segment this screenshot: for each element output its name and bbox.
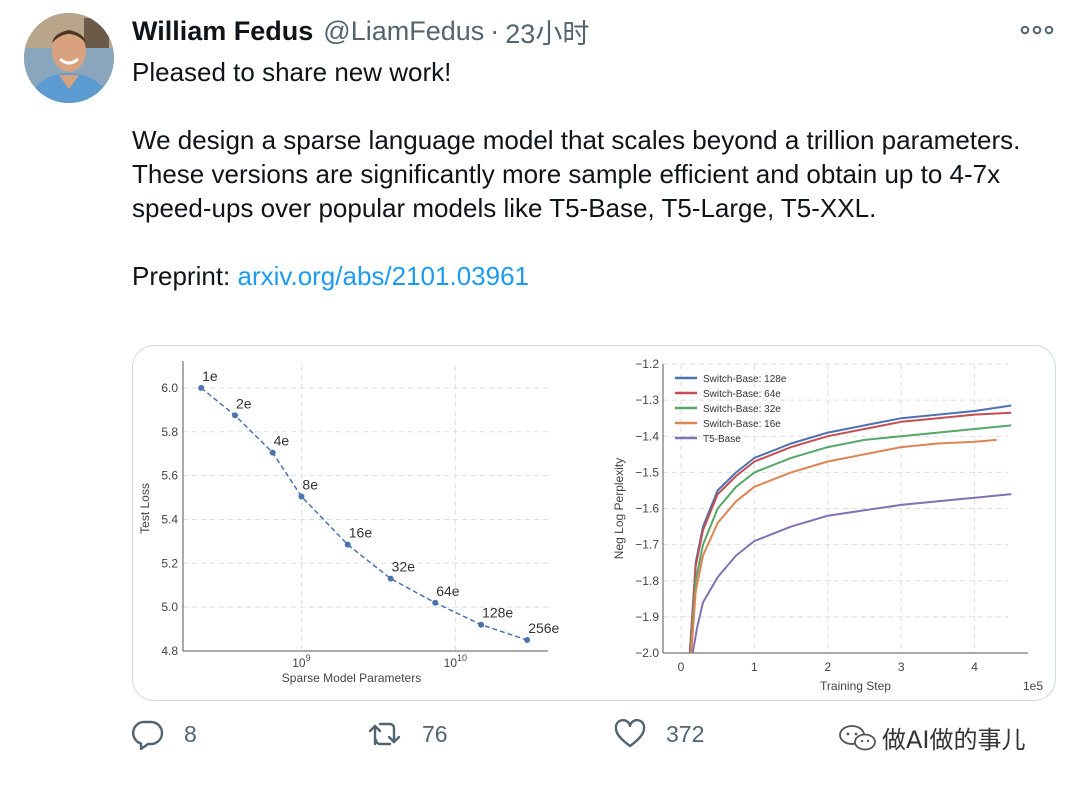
tweet-paragraph-1: Pleased to share new work!	[132, 57, 452, 87]
data-point	[344, 541, 351, 548]
avatar-image	[24, 13, 114, 103]
avatar[interactable]	[24, 13, 114, 103]
point-label: 32e	[392, 559, 416, 575]
data-point	[387, 575, 394, 582]
y-axis-label: Neg Log Perplexity	[612, 458, 626, 559]
x-tick-label: 2	[824, 660, 831, 674]
y-tick-label: 5.2	[161, 556, 178, 570]
y-axis-label: Test Loss	[138, 483, 152, 534]
reply-count: 8	[184, 720, 197, 747]
x-tick-label: 1	[751, 660, 758, 674]
data-point	[524, 637, 531, 644]
data-point	[298, 493, 305, 500]
preprint-link[interactable]: arxiv.org/abs/2101.03961	[238, 261, 530, 291]
x-tick-label: 109	[292, 653, 310, 670]
watermark-text: 做AI做的事儿	[882, 726, 1026, 754]
legend-label: Switch-Base: 32e	[703, 404, 781, 415]
legend-label: Switch-Base: 16e	[703, 419, 781, 430]
data-point	[231, 412, 238, 419]
y-tick-label: 6.0	[161, 381, 178, 395]
y-tick-label: −1.4	[635, 429, 659, 443]
legend-label: Switch-Base: 64e	[703, 389, 781, 400]
point-label: 16e	[349, 525, 373, 541]
y-tick-label: −1.2	[635, 357, 659, 371]
x-axis-label: Training Step	[820, 679, 891, 693]
point-label: 1e	[202, 368, 218, 384]
watermark-logo-icon	[839, 724, 876, 750]
y-tick-label: 5.4	[161, 512, 178, 526]
y-tick-label: −1.3	[635, 393, 659, 407]
x-tick-label: 0	[678, 660, 685, 674]
tweet-media[interactable]: 6.0 5.8 5.6 5.4 5.2 5.0 4.8 109 1010 1e 2e 4e 8e 16e 3…	[132, 345, 1056, 701]
retweet-count: 76	[422, 720, 448, 747]
retweet-button[interactable]: 76	[368, 718, 448, 750]
author-name[interactable]: William Fedus	[132, 16, 313, 47]
y-tick-label: 5.0	[161, 600, 178, 614]
point-label: 8e	[302, 476, 318, 492]
watermark: 做AI做的事儿	[838, 720, 1026, 755]
data-point	[478, 621, 485, 628]
x-tick-label: 4	[971, 660, 978, 674]
tweet-time[interactable]: 23小时	[505, 12, 589, 51]
reply-icon	[132, 720, 164, 750]
chart-test-loss: 6.0 5.8 5.6 5.4 5.2 5.0 4.8 109 1010 1e 2e 4e 8e 16e 3…	[138, 361, 560, 685]
more-icon[interactable]	[1020, 20, 1054, 40]
like-button[interactable]: 372	[614, 718, 704, 750]
retweet-icon	[368, 722, 401, 746]
y-tick-label: −1.9	[635, 610, 659, 624]
y-tick-label: 4.8	[161, 644, 178, 658]
point-label: 256e	[528, 620, 559, 636]
x-tick-label: 3	[898, 660, 905, 674]
x-tick-label: 1010	[444, 653, 467, 670]
point-label: 4e	[274, 433, 290, 449]
x-axis-label: Sparse Model Parameters	[282, 671, 421, 685]
y-tick-label: −1.8	[635, 574, 659, 588]
y-tick-label: −1.7	[635, 538, 659, 552]
like-icon	[614, 718, 646, 748]
separator-dot: ·	[490, 15, 500, 46]
series-line	[200, 387, 528, 641]
reply-button[interactable]: 8	[132, 718, 197, 750]
y-tick-label: −2.0	[635, 646, 659, 660]
author-handle[interactable]: @LiamFedus	[323, 16, 484, 47]
point-label: 64e	[436, 583, 460, 599]
data-point	[198, 384, 205, 391]
legend-label: T5-Base	[703, 434, 741, 445]
tweet-paragraph-2: We design a sparse language model that s…	[132, 125, 1021, 223]
legend-label: Switch-Base: 128e	[703, 374, 787, 385]
like-count: 372	[666, 720, 705, 747]
series-line	[689, 424, 1012, 654]
y-tick-label: 5.8	[161, 425, 178, 439]
tweet-header: William Fedus @LiamFedus · 23小时	[132, 12, 589, 50]
tweet-text: Pleased to share new work! We design a s…	[132, 55, 1062, 293]
chart-neg-log-perplexity: −1.2 −1.3 −1.4 −1.5 −1.6 −1.7 −1.8 −1.9 −2.0 0 1 2 3…	[612, 357, 1043, 693]
y-tick-label: −1.5	[635, 465, 659, 479]
y-tick-label: 5.6	[161, 469, 178, 483]
point-label: 2e	[236, 395, 252, 411]
y-tick-label: −1.6	[635, 502, 659, 516]
data-point	[269, 449, 276, 456]
data-point	[432, 599, 439, 606]
tweet-preprint-line: Preprint: arxiv.org/abs/2101.03961	[132, 259, 1062, 293]
point-label: 128e	[482, 605, 513, 621]
x-axis-multiplier: 1e5	[1023, 679, 1043, 693]
preprint-label: Preprint:	[132, 261, 231, 291]
series-line	[691, 493, 1012, 654]
